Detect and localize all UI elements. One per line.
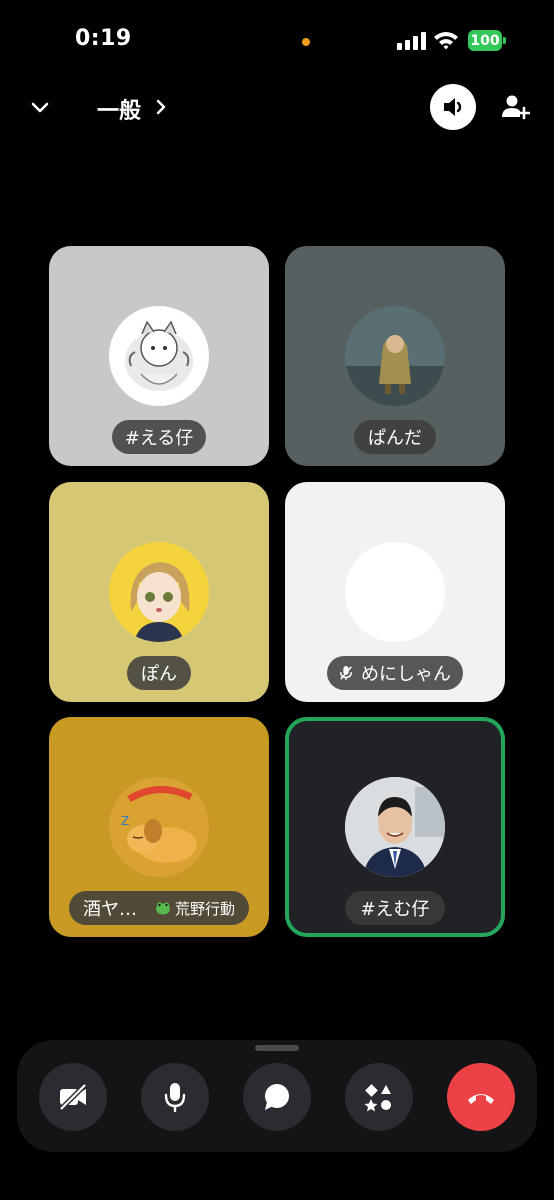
participant-tile[interactable]: Z 酒ヤ… 荒野行動 — [49, 717, 269, 937]
cellular-signal-icon — [397, 32, 427, 50]
participant-tile[interactable]: ぽん — [49, 482, 269, 702]
avatar — [345, 306, 445, 406]
participant-name: めにしゃん — [361, 664, 451, 685]
participant-name: #えむ仔 — [345, 891, 445, 925]
participant-name-pill: 酒ヤ… 荒野行動 — [69, 891, 249, 925]
battery-level: 100 — [468, 30, 502, 51]
drawer-handle[interactable] — [255, 1045, 299, 1051]
mic-in-use-indicator — [302, 38, 310, 46]
hang-up-icon — [468, 1094, 494, 1104]
chevron-down-icon[interactable] — [28, 96, 52, 118]
participant-name: ぽん — [127, 656, 191, 690]
microphone-button[interactable] — [141, 1063, 209, 1131]
participant-tile[interactable]: #える仔 — [49, 246, 269, 466]
chevron-right-icon[interactable] — [155, 98, 167, 116]
activity-name: 荒野行動 — [174, 899, 235, 918]
svg-text:Z: Z — [121, 814, 129, 828]
avatar — [345, 777, 445, 877]
battery-icon: 100 — [468, 30, 506, 51]
status-time: 0:19 — [75, 26, 132, 51]
participant-tile[interactable]: #えむ仔 — [285, 717, 505, 937]
avatar — [109, 542, 209, 642]
add-user-icon[interactable] — [500, 93, 530, 121]
wifi-icon — [434, 32, 458, 50]
avatar: Z — [109, 777, 209, 877]
dynamic-island — [193, 14, 361, 70]
camera-off-icon — [59, 1083, 87, 1111]
activities-button[interactable] — [345, 1063, 413, 1131]
camera-toggle-button[interactable] — [39, 1063, 107, 1131]
participant-name: ぱんだ — [354, 420, 436, 454]
game-activity-icon — [155, 902, 170, 915]
speaker-icon — [444, 98, 462, 116]
participant-tile[interactable]: ぱんだ — [285, 246, 505, 466]
chat-bubble-icon — [265, 1084, 289, 1110]
muted-mic-icon — [340, 666, 352, 680]
avatar — [109, 306, 209, 406]
end-call-button[interactable] — [447, 1063, 515, 1131]
participant-name: #える仔 — [112, 420, 206, 454]
speaker-button[interactable] — [430, 84, 476, 130]
participant-name: 酒ヤ… — [83, 899, 137, 920]
microphone-icon — [164, 1083, 186, 1113]
activities-icon — [364, 1084, 391, 1112]
channel-title[interactable]: 一般 — [97, 93, 141, 125]
chat-button[interactable] — [243, 1063, 311, 1131]
participant-tile[interactable]: めにしゃん — [285, 482, 505, 702]
avatar — [345, 542, 445, 642]
participant-name-pill: めにしゃん — [327, 656, 463, 690]
